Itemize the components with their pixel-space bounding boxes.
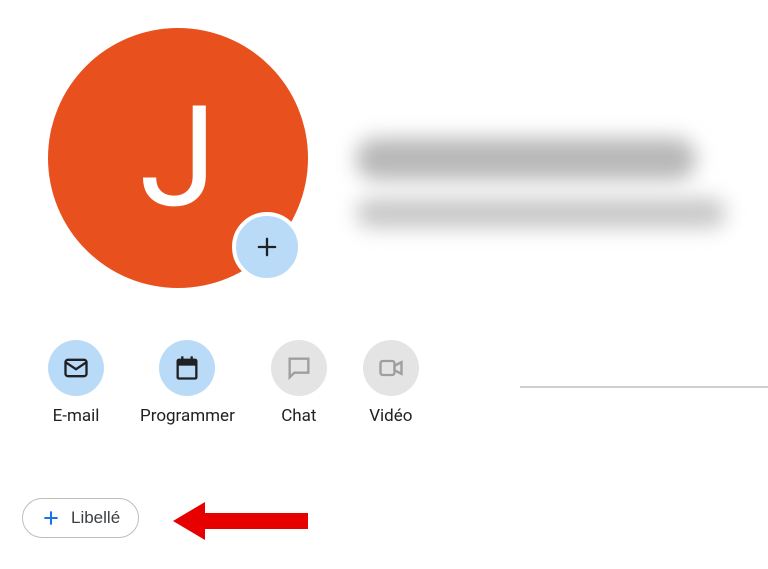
email-label: E-mail [53,406,100,426]
contact-name-redacted [356,138,696,180]
calendar-icon [173,354,201,382]
quick-actions-row: E-mail Programmer Chat Vidéo [0,288,768,426]
contact-header: J [0,0,768,288]
chat-icon [285,354,313,382]
add-photo-button[interactable] [232,212,302,282]
video-icon [377,354,405,382]
plus-icon [253,233,281,261]
annotation-arrow [173,496,308,546]
chat-icon-circle [271,340,327,396]
section-divider [520,386,768,388]
add-label-text: Libellé [71,508,120,528]
avatar-initial: J [139,76,216,240]
schedule-label: Programmer [140,406,235,426]
calendar-icon-circle [159,340,215,396]
plus-icon [41,508,61,528]
avatar-container: J [48,28,308,288]
chat-label: Chat [281,406,316,426]
video-action[interactable]: Vidéo [363,340,419,426]
email-icon-circle [48,340,104,396]
schedule-action[interactable]: Programmer [140,340,235,426]
video-icon-circle [363,340,419,396]
video-label: Vidéo [369,406,412,426]
email-action[interactable]: E-mail [48,340,104,426]
email-icon [62,354,90,382]
contact-subtitle-redacted [356,198,726,228]
add-label-button[interactable]: Libellé [22,498,139,538]
contact-name-block [356,88,768,228]
chat-action[interactable]: Chat [271,340,327,426]
